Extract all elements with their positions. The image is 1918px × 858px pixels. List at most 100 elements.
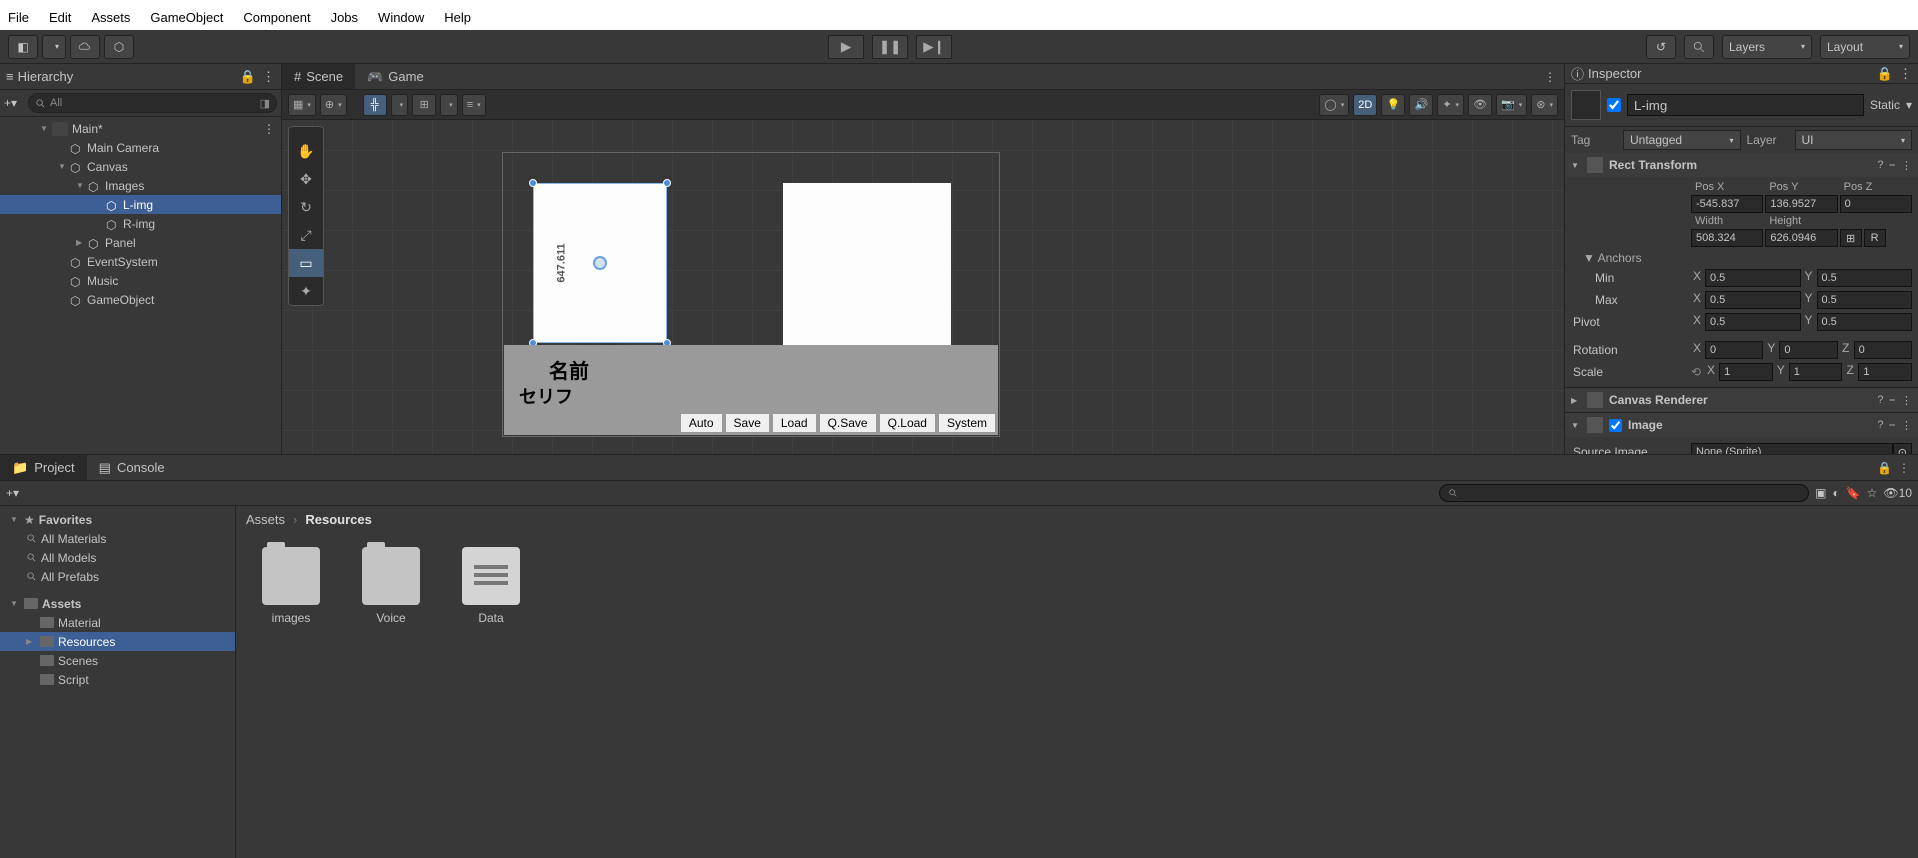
anchor-miny-field[interactable]: 0.5 [1817,269,1913,287]
scene-row[interactable]: ▼ Main* ⋮ [0,119,281,138]
save-button[interactable]: Save [725,413,770,433]
hierarchy-item-music[interactable]: ⬡Music [0,271,281,290]
lock-icon[interactable]: 🔒 [1877,461,1892,475]
resize-handle-icon[interactable] [663,179,671,187]
search-by-label-icon[interactable]: ◐ [1832,486,1839,500]
menu-edit[interactable]: Edit [49,10,71,25]
search-by-type-icon[interactable]: ▣ [1815,486,1826,500]
component-menu-icon[interactable]: ⋮ [1901,394,1912,407]
posz-field[interactable]: 0 [1840,195,1912,213]
inspector-lock-icon[interactable]: 🔒 [1877,66,1893,82]
rotz-field[interactable]: 0 [1854,341,1912,359]
scene-tab-menu-icon[interactable]: ⋮ [1536,70,1564,84]
scene-tab[interactable]: #Scene [282,64,355,89]
rotate-tool[interactable]: ↻ [289,193,323,221]
static-dropdown[interactable]: ▾ [1906,98,1912,112]
camera-dropdown[interactable]: 📷 [1496,94,1527,116]
asset-images-folder[interactable]: images [256,547,326,625]
script-folder[interactable]: Script [0,670,235,689]
help-icon[interactable]: ? [1877,159,1883,172]
active-checkbox[interactable] [1607,98,1621,112]
anchor-maxx-field[interactable]: 0.5 [1705,291,1801,309]
snap-increment-button[interactable]: ⊞ [412,94,436,116]
auto-button[interactable]: Auto [680,413,723,433]
preset-icon[interactable]: ⎯ [1890,394,1896,407]
hierarchy-search-type-icon[interactable]: ◨ [260,97,270,110]
hierarchy-item-canvas[interactable]: ▼⬡Canvas [0,157,281,176]
pivoty-field[interactable]: 0.5 [1817,313,1913,331]
constrain-icon[interactable]: ⟲ [1691,365,1701,379]
hidden-count[interactable]: 👁10 [1883,486,1912,500]
save-search-icon[interactable]: 🔖 [1846,486,1861,500]
help-icon[interactable]: ? [1877,394,1883,407]
raw-edit-button[interactable]: R [1864,229,1886,247]
anchors-foldout[interactable]: ▼ Anchors [1571,249,1912,267]
roty-field[interactable]: 0 [1779,341,1837,359]
scene-camera-dropdown[interactable]: ◯ [1319,94,1349,116]
image-enabled-checkbox[interactable] [1609,419,1622,432]
undo-history-button[interactable]: ↺ [1646,35,1676,59]
resources-folder[interactable]: ▶Resources [0,632,235,651]
expand-arrow-icon[interactable]: ▼ [1571,421,1581,430]
shading-mode-dropdown[interactable]: ▦ [288,94,316,116]
hierarchy-search[interactable]: All ◨ [28,93,277,113]
search-button[interactable] [1684,35,1714,59]
scene-viewport[interactable]: ✋ ✥ ↻ ⤢ ▭ ✦ 647.611 498.8799 ↔ [282,120,1564,454]
play-button[interactable]: ▶ [828,35,864,59]
expand-arrow-icon[interactable]: ▼ [1571,161,1581,170]
hierarchy-lock-icon[interactable]: 🔒 [240,69,256,85]
object-picker-button[interactable]: ⊙ [1893,443,1912,454]
hierarchy-item-camera[interactable]: ⬡Main Camera [0,138,281,157]
hand-tool[interactable]: ✋ [289,137,323,165]
qsave-button[interactable]: Q.Save [819,413,877,433]
game-tab[interactable]: 🎮Game [355,64,436,89]
hierarchy-item-panel[interactable]: ▶⬡Panel [0,233,281,252]
2d-toggle[interactable]: 2D [1353,94,1377,116]
scalex-field[interactable]: 1 [1719,363,1773,381]
version-control-button[interactable]: ⬡ [104,35,134,59]
hidden-toggle[interactable]: 👁 [1468,94,1492,116]
tag-dropdown[interactable]: Untagged [1623,130,1741,150]
move-tool[interactable]: ✥ [289,165,323,193]
system-button[interactable]: System [938,413,996,433]
project-search[interactable] [1439,484,1809,502]
menu-window[interactable]: Window [378,10,424,25]
account-button[interactable]: ◧ [8,35,38,59]
help-icon[interactable]: ? [1877,419,1883,432]
menu-file[interactable]: File [8,10,29,25]
hierarchy-menu-icon[interactable]: ⋮ [262,69,275,85]
menu-component[interactable]: Component [243,10,310,25]
pivotx-field[interactable]: 0.5 [1705,313,1801,331]
selected-l-img[interactable]: 647.611 498.8799 ↔ [533,183,667,343]
hierarchy-item-gameobject[interactable]: ⬡GameObject [0,290,281,309]
menu-help[interactable]: Help [444,10,471,25]
material-folder[interactable]: Material [0,613,235,632]
gameobject-icon[interactable] [1571,90,1601,120]
anchor-maxy-field[interactable]: 0.5 [1817,291,1913,309]
asset-data-file[interactable]: Data [456,547,526,625]
all-prefabs[interactable]: All Prefabs [0,567,235,586]
hierarchy-item-images[interactable]: ▼⬡Images [0,176,281,195]
assets-folder[interactable]: ▼Assets [0,594,235,613]
load-button[interactable]: Load [772,413,817,433]
menu-jobs[interactable]: Jobs [331,10,358,25]
posx-field[interactable]: -545.837 [1691,195,1763,213]
all-materials[interactable]: All Materials [0,529,235,548]
pause-button[interactable]: ❚❚ [872,35,908,59]
step-button[interactable]: ▶❙ [916,35,952,59]
hierarchy-item-r-img[interactable]: ⬡R-img [0,214,281,233]
asset-voice-folder[interactable]: Voice [356,547,426,625]
component-menu-icon[interactable]: ⋮ [1901,159,1912,172]
width-field[interactable]: 508.324 [1691,229,1763,247]
transform-tool[interactable]: ✦ [289,277,323,305]
posy-field[interactable]: 136.9527 [1765,195,1837,213]
scene-menu-icon[interactable]: ⋮ [263,122,275,136]
favorite-icon[interactable]: ☆ [1867,486,1878,500]
component-menu-icon[interactable]: ⋮ [1901,419,1912,432]
layer-dropdown[interactable]: UI [1795,130,1913,150]
blueprint-button[interactable]: ⊞ [1840,229,1862,247]
rotx-field[interactable]: 0 [1705,341,1763,359]
snap-increment-dropdown[interactable] [440,94,458,116]
audio-toggle[interactable]: 🔊 [1409,94,1433,116]
breadcrumb-root[interactable]: Assets [246,512,285,527]
